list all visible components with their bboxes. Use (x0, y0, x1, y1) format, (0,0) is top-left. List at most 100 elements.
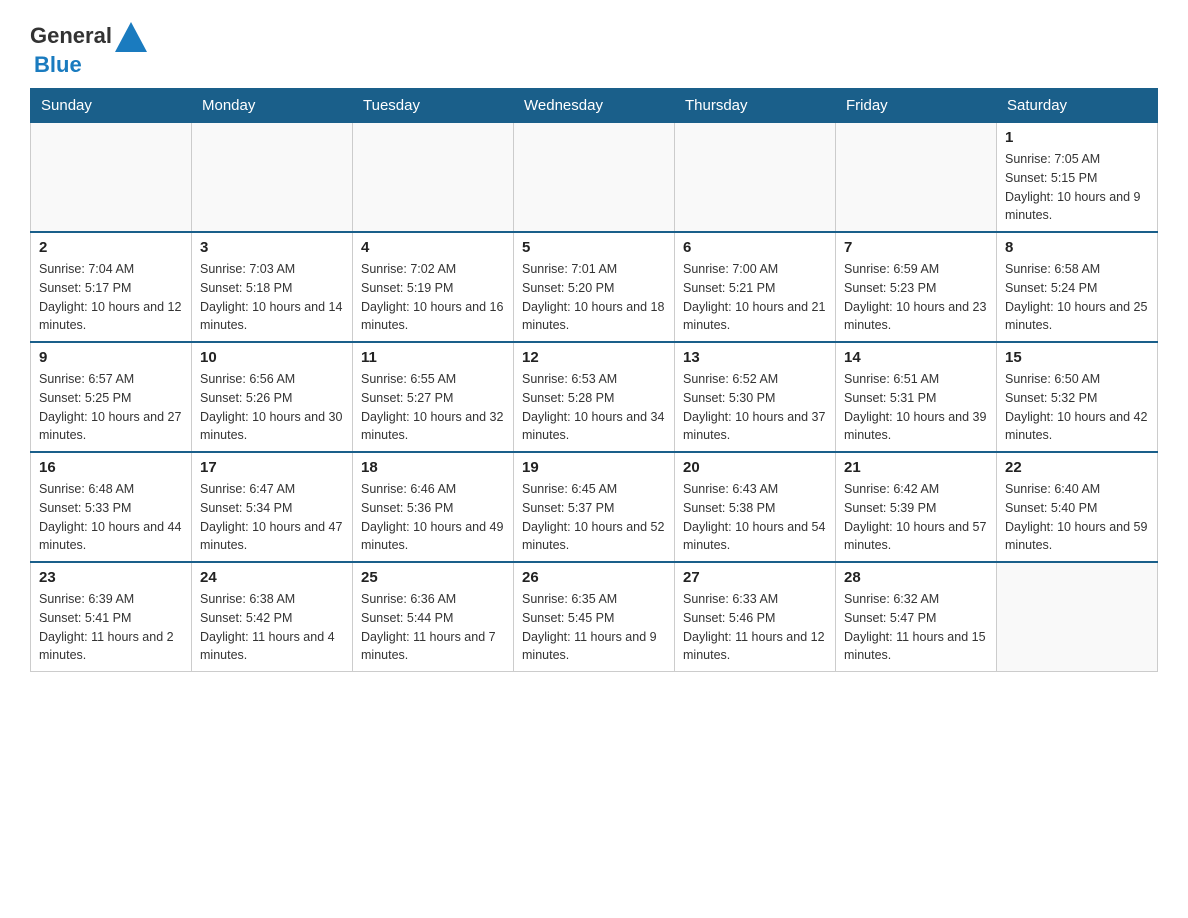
day-info: Sunrise: 6:32 AMSunset: 5:47 PMDaylight:… (844, 590, 988, 665)
calendar-cell: 23 Sunrise: 6:39 AMSunset: 5:41 PMDayligh… (31, 562, 192, 672)
header-day-wednesday: Wednesday (514, 89, 675, 123)
header-day-monday: Monday (192, 89, 353, 123)
calendar-cell: 14 Sunrise: 6:51 AMSunset: 5:31 PMDayligh… (836, 342, 997, 452)
day-number: 11 (361, 349, 505, 366)
day-info: Sunrise: 6:50 AMSunset: 5:32 PMDaylight:… (1005, 370, 1149, 445)
day-number: 21 (844, 459, 988, 476)
calendar-table: SundayMondayTuesdayWednesdayThursdayFrid… (30, 88, 1158, 672)
calendar-cell: 1 Sunrise: 7:05 AMSunset: 5:15 PMDaylight… (997, 123, 1158, 233)
day-number: 7 (844, 239, 988, 256)
calendar-cell: 4 Sunrise: 7:02 AMSunset: 5:19 PMDaylight… (353, 232, 514, 342)
day-number: 17 (200, 459, 344, 476)
header-day-friday: Friday (836, 89, 997, 123)
day-number: 20 (683, 459, 827, 476)
day-number: 18 (361, 459, 505, 476)
calendar-cell: 22 Sunrise: 6:40 AMSunset: 5:40 PMDayligh… (997, 452, 1158, 562)
calendar-cell (836, 123, 997, 233)
day-number: 26 (522, 569, 666, 586)
calendar-body: 1 Sunrise: 7:05 AMSunset: 5:15 PMDaylight… (31, 123, 1158, 672)
day-number: 27 (683, 569, 827, 586)
day-number: 5 (522, 239, 666, 256)
day-info: Sunrise: 6:42 AMSunset: 5:39 PMDaylight:… (844, 480, 988, 555)
day-info: Sunrise: 7:05 AMSunset: 5:15 PMDaylight:… (1005, 150, 1149, 225)
calendar-cell: 2 Sunrise: 7:04 AMSunset: 5:17 PMDaylight… (31, 232, 192, 342)
calendar-cell: 8 Sunrise: 6:58 AMSunset: 5:24 PMDaylight… (997, 232, 1158, 342)
day-info: Sunrise: 7:03 AMSunset: 5:18 PMDaylight:… (200, 260, 344, 335)
header-day-thursday: Thursday (675, 89, 836, 123)
day-info: Sunrise: 6:39 AMSunset: 5:41 PMDaylight:… (39, 590, 183, 665)
calendar-cell: 24Sunrise: 6:38 AMSunset: 5:42 PMDayligh… (192, 562, 353, 672)
calendar-week-5: 23 Sunrise: 6:39 AMSunset: 5:41 PMDayligh… (31, 562, 1158, 672)
calendar-week-1: 1 Sunrise: 7:05 AMSunset: 5:15 PMDaylight… (31, 123, 1158, 233)
day-info: Sunrise: 6:57 AMSunset: 5:25 PMDaylight:… (39, 370, 183, 445)
day-number: 13 (683, 349, 827, 366)
page-header: General Blue (30, 20, 1158, 78)
day-number: 3 (200, 239, 344, 256)
day-info: Sunrise: 6:53 AMSunset: 5:28 PMDaylight:… (522, 370, 666, 445)
calendar-cell: 19 Sunrise: 6:45 AMSunset: 5:37 PMDayligh… (514, 452, 675, 562)
day-number: 4 (361, 239, 505, 256)
day-number: 15 (1005, 349, 1149, 366)
logo: General Blue (30, 20, 147, 78)
day-number: 1 (1005, 129, 1149, 146)
calendar-cell: 27 Sunrise: 6:33 AMSunset: 5:46 PMDayligh… (675, 562, 836, 672)
day-info: Sunrise: 6:35 AMSunset: 5:45 PMDaylight:… (522, 590, 666, 665)
calendar-cell (675, 123, 836, 233)
calendar-cell: 21 Sunrise: 6:42 AMSunset: 5:39 PMDayligh… (836, 452, 997, 562)
calendar-cell: 7 Sunrise: 6:59 AMSunset: 5:23 PMDaylight… (836, 232, 997, 342)
day-info: Sunrise: 6:59 AMSunset: 5:23 PMDaylight:… (844, 260, 988, 335)
day-info: Sunrise: 7:00 AMSunset: 5:21 PMDaylight:… (683, 260, 827, 335)
calendar-cell: 12Sunrise: 6:53 AMSunset: 5:28 PMDayligh… (514, 342, 675, 452)
day-number: 23 (39, 569, 183, 586)
header-day-sunday: Sunday (31, 89, 192, 123)
header-day-saturday: Saturday (997, 89, 1158, 123)
calendar-cell: 20 Sunrise: 6:43 AMSunset: 5:38 PMDayligh… (675, 452, 836, 562)
day-info: Sunrise: 6:46 AMSunset: 5:36 PMDaylight:… (361, 480, 505, 555)
day-info: Sunrise: 6:43 AMSunset: 5:38 PMDaylight:… (683, 480, 827, 555)
day-info: Sunrise: 6:58 AMSunset: 5:24 PMDaylight:… (1005, 260, 1149, 335)
day-info: Sunrise: 6:45 AMSunset: 5:37 PMDaylight:… (522, 480, 666, 555)
calendar-cell: 10 Sunrise: 6:56 AMSunset: 5:26 PMDayligh… (192, 342, 353, 452)
calendar-cell: 5Sunrise: 7:01 AMSunset: 5:20 PMDaylight… (514, 232, 675, 342)
calendar-week-3: 9 Sunrise: 6:57 AMSunset: 5:25 PMDaylight… (31, 342, 1158, 452)
calendar-cell: 9 Sunrise: 6:57 AMSunset: 5:25 PMDaylight… (31, 342, 192, 452)
day-number: 14 (844, 349, 988, 366)
calendar-cell: 11 Sunrise: 6:55 AMSunset: 5:27 PMDayligh… (353, 342, 514, 452)
day-number: 2 (39, 239, 183, 256)
day-number: 22 (1005, 459, 1149, 476)
day-number: 25 (361, 569, 505, 586)
calendar-cell: 6 Sunrise: 7:00 AMSunset: 5:21 PMDaylight… (675, 232, 836, 342)
calendar-header-row: SundayMondayTuesdayWednesdayThursdayFrid… (31, 89, 1158, 123)
day-info: Sunrise: 7:04 AMSunset: 5:17 PMDaylight:… (39, 260, 183, 335)
day-number: 8 (1005, 239, 1149, 256)
calendar-cell: 16Sunrise: 6:48 AMSunset: 5:33 PMDayligh… (31, 452, 192, 562)
calendar-week-2: 2 Sunrise: 7:04 AMSunset: 5:17 PMDaylight… (31, 232, 1158, 342)
day-info: Sunrise: 6:56 AMSunset: 5:26 PMDaylight:… (200, 370, 344, 445)
logo-general: General (30, 23, 112, 49)
day-number: 24 (200, 569, 344, 586)
day-number: 28 (844, 569, 988, 586)
logo-blue: Blue (34, 52, 82, 78)
day-info: Sunrise: 6:51 AMSunset: 5:31 PMDaylight:… (844, 370, 988, 445)
day-number: 19 (522, 459, 666, 476)
calendar-cell: 25 Sunrise: 6:36 AMSunset: 5:44 PMDayligh… (353, 562, 514, 672)
calendar-cell (353, 123, 514, 233)
calendar-cell: 3 Sunrise: 7:03 AMSunset: 5:18 PMDaylight… (192, 232, 353, 342)
calendar-cell (192, 123, 353, 233)
day-info: Sunrise: 7:02 AMSunset: 5:19 PMDaylight:… (361, 260, 505, 335)
day-number: 9 (39, 349, 183, 366)
calendar-cell (514, 123, 675, 233)
day-number: 6 (683, 239, 827, 256)
logo-icon (115, 20, 147, 52)
calendar-cell: 13 Sunrise: 6:52 AMSunset: 5:30 PMDayligh… (675, 342, 836, 452)
day-info: Sunrise: 6:47 AMSunset: 5:34 PMDaylight:… (200, 480, 344, 555)
day-info: Sunrise: 6:36 AMSunset: 5:44 PMDaylight:… (361, 590, 505, 665)
header-day-tuesday: Tuesday (353, 89, 514, 123)
calendar-cell: 28 Sunrise: 6:32 AMSunset: 5:47 PMDayligh… (836, 562, 997, 672)
calendar-cell: 15 Sunrise: 6:50 AMSunset: 5:32 PMDayligh… (997, 342, 1158, 452)
day-info: Sunrise: 6:52 AMSunset: 5:30 PMDaylight:… (683, 370, 827, 445)
day-number: 10 (200, 349, 344, 366)
day-info: Sunrise: 6:40 AMSunset: 5:40 PMDaylight:… (1005, 480, 1149, 555)
day-info: Sunrise: 6:55 AMSunset: 5:27 PMDaylight:… (361, 370, 505, 445)
day-info: Sunrise: 6:33 AMSunset: 5:46 PMDaylight:… (683, 590, 827, 665)
